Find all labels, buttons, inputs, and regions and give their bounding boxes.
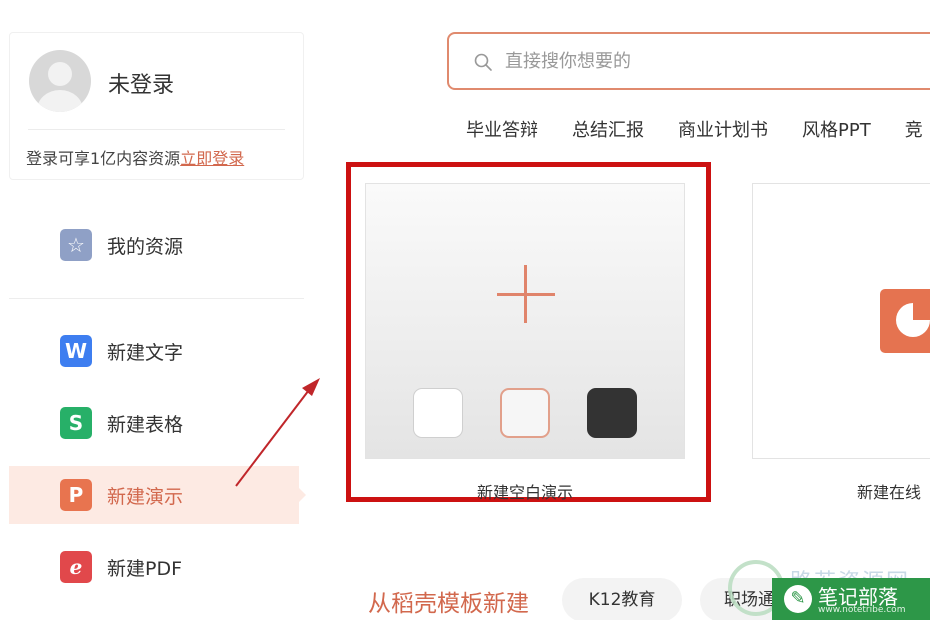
active-indicator (299, 488, 306, 502)
star-icon: ☆ (60, 229, 92, 261)
new-blank-presentation-card[interactable] (365, 183, 685, 459)
menu-item-label: 新建PDF (107, 558, 183, 580)
user-card: 未登录 登录可享1亿内容资源立即登录 (9, 32, 304, 180)
new-online-presentation-card[interactable] (752, 183, 930, 459)
avatar-body-shape (37, 90, 83, 112)
presentation-logo-icon (880, 289, 930, 353)
tag-style-ppt[interactable]: 风格PPT (802, 116, 871, 142)
menu-item-new-writer[interactable]: W 新建文字 (9, 322, 299, 380)
menu-item-label: 新建表格 (107, 414, 184, 436)
pdf-icon: ℯ (60, 551, 92, 583)
tag-graduation-defense[interactable]: 毕业答辩 (466, 116, 538, 142)
wps-presentation-icon: P (60, 479, 92, 511)
wps-sheet-icon: S (60, 407, 92, 439)
watermark-url: www.notetribe.com (818, 605, 906, 615)
plus-icon-bar (497, 293, 555, 296)
menu-item-my-resources[interactable]: ☆ 我的资源 (9, 216, 299, 274)
watermark-badge: ✎ 笔记部落 www.notetribe.com (772, 578, 930, 620)
avatar[interactable] (29, 50, 91, 112)
pie-cut-shape (913, 303, 930, 320)
user-name: 未登录 (108, 73, 175, 98)
theme-swatch-light-gray[interactable] (500, 388, 550, 438)
quick-tags: 毕业答辩 总结汇报 商业计划书 风格PPT 竞 (466, 116, 930, 142)
menu-item-new-sheet[interactable]: S 新建表格 (9, 394, 299, 452)
menu-item-new-presentation[interactable]: P 新建演示 (9, 466, 299, 524)
login-link[interactable]: 立即登录 (180, 149, 244, 168)
user-card-divider (28, 129, 285, 130)
search-input[interactable] (505, 42, 925, 80)
theme-swatch-white[interactable] (413, 388, 463, 438)
menu-divider (9, 298, 304, 299)
search-icon (474, 53, 492, 71)
template-pill-k12[interactable]: K12教育 (562, 578, 682, 620)
menu-item-label: 新建演示 (107, 486, 184, 508)
pen-icon: ✎ (784, 585, 812, 613)
theme-swatch-dark[interactable] (587, 388, 637, 438)
online-presentation-caption: 新建在线 (857, 483, 922, 502)
tag-summary-report[interactable]: 总结汇报 (572, 116, 644, 142)
app-root: 未登录 登录可享1亿内容资源立即登录 ☆ 我的资源 W 新建文字 S 新建表格 … (0, 0, 930, 620)
tag-business-plan[interactable]: 商业计划书 (678, 116, 768, 142)
avatar-head-shape (48, 62, 72, 86)
login-tip: 登录可享1亿内容资源立即登录 (26, 145, 244, 169)
menu-item-label: 新建文字 (107, 342, 184, 364)
login-tip-text: 登录可享1亿内容资源 (26, 149, 181, 168)
menu-item-new-pdf[interactable]: ℯ 新建PDF (9, 538, 299, 596)
menu-item-label: 我的资源 (107, 236, 184, 258)
tag-truncated[interactable]: 竞 (905, 116, 923, 142)
template-section-title: 从稻壳模板新建 (368, 591, 529, 617)
search-box (447, 32, 930, 90)
blank-presentation-caption: 新建空白演示 (476, 483, 573, 502)
wps-writer-icon: W (60, 335, 92, 367)
